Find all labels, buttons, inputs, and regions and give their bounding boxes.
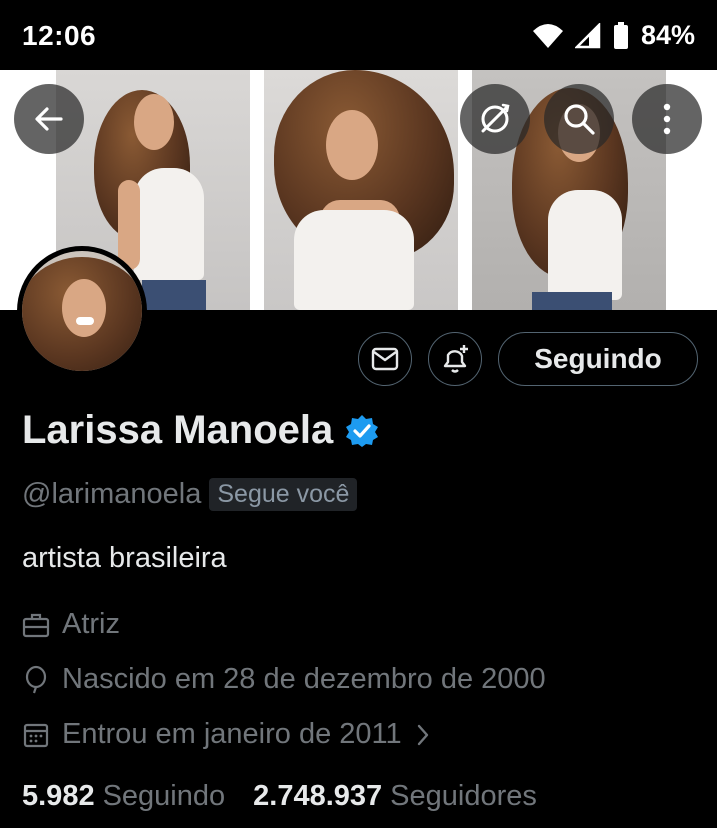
notifications-button[interactable] [428, 332, 482, 386]
battery-percent: 84% [640, 20, 695, 50]
followers-count: 2.748.937 [253, 780, 383, 812]
no-translate-icon [481, 103, 510, 133]
translate-toggle-button[interactable] [460, 84, 530, 154]
wifi-icon [532, 23, 563, 48]
profile-name: Larissa Manoela [22, 408, 334, 452]
back-button[interactable] [14, 84, 84, 154]
following-button[interactable]: Seguindo [498, 332, 698, 386]
more-vertical-icon [663, 103, 671, 135]
calendar-icon [23, 723, 49, 747]
chevron-right-icon [417, 724, 428, 745]
more-button[interactable] [632, 84, 702, 154]
balloon-icon [25, 665, 47, 693]
profile-handle: @larimanoela [22, 478, 202, 510]
mail-icon [371, 347, 399, 371]
arrow-left-icon [35, 107, 63, 131]
avatar-image [22, 251, 142, 371]
following-label: Seguindo [102, 780, 226, 812]
profile-name-row: Larissa Manoela [22, 408, 379, 453]
follow-counts: 5.982 Seguindo 2.748.937 Seguidores [22, 780, 537, 813]
banner-photo [264, 70, 458, 310]
bell-plus-icon [443, 345, 468, 373]
avatar[interactable] [17, 246, 147, 376]
status-time: 12:06 [22, 20, 97, 51]
birthdate-text: Nascido em 28 de dezembro de 2000 [62, 663, 546, 695]
profile-birthdate: Nascido em 28 de dezembro de 2000 [22, 663, 546, 696]
following-count: 5.982 [22, 780, 95, 812]
profile-joined[interactable]: Entrou em janeiro de 2011 [22, 718, 432, 751]
briefcase-icon [22, 613, 50, 637]
signal-icon [574, 22, 601, 48]
following-link[interactable]: 5.982 Seguindo [22, 780, 225, 813]
battery-icon [613, 21, 628, 49]
profile-category: Atriz [22, 608, 120, 641]
verified-badge-icon[interactable] [345, 414, 379, 448]
search-icon [564, 104, 595, 135]
handle-row: @larimanoela Segue você [22, 478, 358, 511]
message-button[interactable] [358, 332, 412, 386]
search-button[interactable] [544, 84, 614, 154]
followers-link[interactable]: 2.748.937 Seguidores [253, 780, 537, 813]
follows-you-badge: Segue você [209, 478, 358, 511]
joined-text: Entrou em janeiro de 2011 [62, 718, 402, 750]
status-bar: 12:06 84% [0, 0, 717, 70]
category-text: Atriz [62, 608, 120, 640]
profile-bio: artista brasileira [22, 542, 227, 574]
followers-label: Seguidores [390, 780, 537, 812]
status-icons: 84% [532, 20, 695, 51]
